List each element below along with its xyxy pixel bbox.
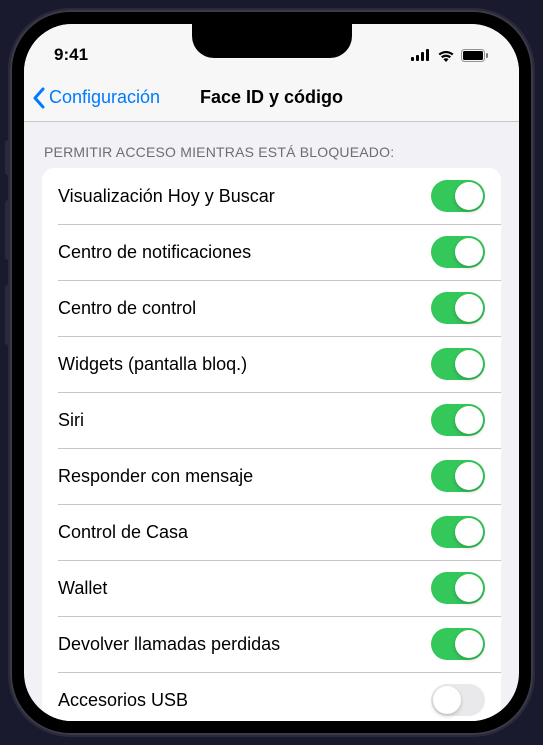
settings-row: Wallet (42, 560, 501, 616)
status-icons (411, 49, 489, 62)
settings-toggle[interactable] (431, 684, 485, 716)
screen: 9:41 (24, 24, 519, 721)
settings-row-label: Control de Casa (58, 522, 188, 543)
settings-toggle[interactable] (431, 628, 485, 660)
battery-icon (461, 49, 489, 62)
settings-toggle[interactable] (431, 404, 485, 436)
settings-row-label: Wallet (58, 578, 107, 599)
toggle-thumb (455, 182, 483, 210)
toggle-thumb (455, 518, 483, 546)
toggle-thumb (455, 294, 483, 322)
back-label: Configuración (49, 87, 160, 108)
settings-toggle[interactable] (431, 516, 485, 548)
status-time: 9:41 (54, 45, 88, 65)
settings-row-label: Visualización Hoy y Buscar (58, 186, 275, 207)
back-button[interactable]: Configuración (32, 87, 160, 109)
settings-row-label: Centro de notificaciones (58, 242, 251, 263)
settings-row: Responder con mensaje (42, 448, 501, 504)
section-header: PERMITIR ACCESO MIENTRAS ESTÁ BLOQUEADO: (24, 122, 519, 168)
settings-row-label: Responder con mensaje (58, 466, 253, 487)
settings-row-label: Devolver llamadas perdidas (58, 634, 280, 655)
settings-toggle[interactable] (431, 180, 485, 212)
toggle-thumb (455, 350, 483, 378)
toggle-thumb (455, 238, 483, 266)
settings-toggle[interactable] (431, 236, 485, 268)
settings-row-label: Siri (58, 410, 84, 431)
toggle-thumb (433, 686, 461, 714)
settings-row: Accesorios USB (42, 672, 501, 721)
settings-toggle[interactable] (431, 292, 485, 324)
settings-row-label: Widgets (pantalla bloq.) (58, 354, 247, 375)
toggle-thumb (455, 406, 483, 434)
hardware-buttons (5, 140, 10, 370)
settings-row: Widgets (pantalla bloq.) (42, 336, 501, 392)
settings-toggle[interactable] (431, 348, 485, 380)
toggle-thumb (455, 462, 483, 490)
cellular-icon (411, 49, 431, 61)
settings-row-label: Accesorios USB (58, 690, 188, 711)
settings-row-label: Centro de control (58, 298, 196, 319)
phone-frame: 9:41 (10, 10, 533, 735)
settings-row: Devolver llamadas perdidas (42, 616, 501, 672)
settings-row: Centro de notificaciones (42, 224, 501, 280)
chevron-back-icon (32, 87, 45, 109)
settings-toggle[interactable] (431, 460, 485, 492)
toggle-thumb (455, 630, 483, 658)
settings-row: Visualización Hoy y Buscar (42, 168, 501, 224)
settings-row: Control de Casa (42, 504, 501, 560)
settings-list: Visualización Hoy y Buscar Centro de noti… (42, 168, 501, 721)
wifi-icon (437, 49, 455, 62)
toggle-thumb (455, 574, 483, 602)
notch (192, 24, 352, 58)
nav-bar: Configuración Face ID y código (24, 74, 519, 122)
content-area[interactable]: PERMITIR ACCESO MIENTRAS ESTÁ BLOQUEADO:… (24, 122, 519, 721)
settings-toggle[interactable] (431, 572, 485, 604)
settings-row: Centro de control (42, 280, 501, 336)
settings-row: Siri (42, 392, 501, 448)
